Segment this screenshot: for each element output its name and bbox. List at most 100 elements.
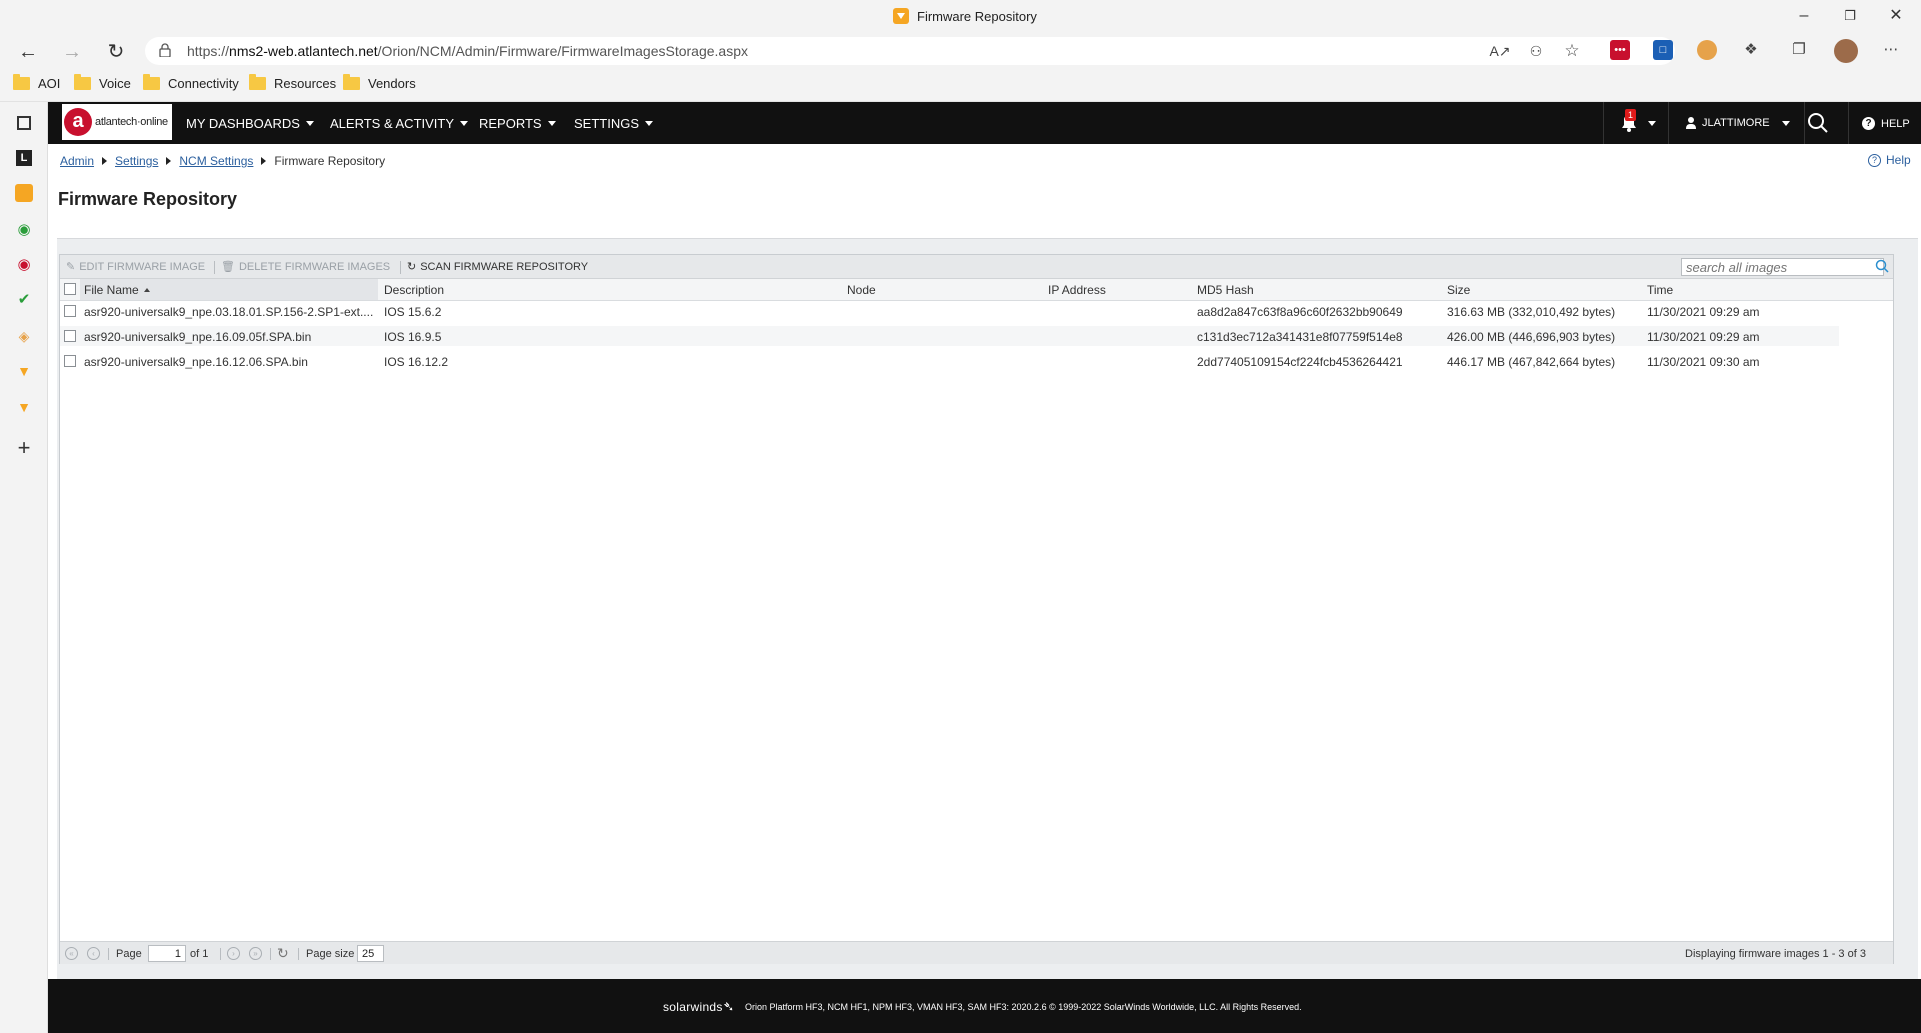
col-label: File Name — [84, 283, 139, 297]
menu-my-dashboards[interactable]: MY DASHBOARDS — [186, 116, 314, 131]
extension-bitwarden-icon[interactable]: □ — [1653, 40, 1673, 60]
first-page-icon[interactable]: « — [65, 947, 78, 960]
app-yellow-icon-2[interactable]: ▼ — [14, 397, 34, 417]
file-name-cell: asr920-universalk9_npe.16.09.05f.SPA.bin — [84, 330, 312, 344]
folder-icon — [343, 74, 360, 90]
close-window-button[interactable]: ✕ — [1881, 4, 1911, 28]
col-time[interactable]: Time — [1647, 283, 1673, 297]
app-check-icon[interactable]: ✔ — [14, 290, 34, 310]
user-menu[interactable]: JLATTIMORE — [1686, 117, 1790, 129]
page-help-link[interactable]: ? Help — [1868, 153, 1911, 167]
minimize-button[interactable]: – — [1789, 4, 1819, 28]
select-all-checkbox[interactable] — [64, 283, 76, 295]
collections-icon[interactable]: ❐ — [1789, 40, 1809, 60]
bookmark-voice[interactable]: Voice — [74, 74, 131, 91]
reload-button[interactable]: ↻ — [102, 39, 130, 65]
forward-button[interactable]: → — [58, 39, 86, 65]
toolbar-divider — [214, 261, 215, 274]
scan-firmware-repository-button[interactable]: ↻ SCAN FIRMWARE REPOSITORY — [407, 260, 588, 274]
translate-icon[interactable]: ⚇ — [1525, 41, 1547, 61]
col-node[interactable]: Node — [847, 283, 876, 297]
pencil-icon: ✎ — [66, 261, 76, 273]
chevron-down-icon — [645, 121, 654, 126]
add-app-icon[interactable]: + — [14, 437, 34, 459]
app-l-icon[interactable]: L — [16, 150, 32, 166]
address-bar[interactable]: https://nms2-web.atlantech.net/Orion/NCM… — [145, 37, 1675, 65]
tab-actions-icon[interactable] — [17, 116, 31, 130]
search-input[interactable] — [1681, 258, 1884, 276]
col-description[interactable]: Description — [384, 283, 444, 297]
orion-app: a atlantech·online MY DASHBOARDS ALERTS … — [48, 102, 1921, 1033]
user-name: JLATTIMORE — [1702, 117, 1770, 129]
search-icon[interactable] — [1875, 259, 1889, 273]
topbar-divider — [1668, 102, 1669, 144]
breadcrumb-settings[interactable]: Settings — [115, 154, 158, 168]
back-button[interactable]: ← — [14, 39, 42, 65]
pager-divider — [220, 948, 221, 960]
atlantech-logo[interactable]: a atlantech·online — [62, 104, 172, 140]
refresh-icon[interactable]: ↻ — [277, 945, 289, 962]
favorite-star-icon[interactable]: ☆ — [1561, 41, 1583, 61]
extensions-puzzle-icon[interactable]: ❖ — [1741, 40, 1761, 60]
delete-firmware-images-button[interactable]: 🗑 DELETE FIRMWARE IMAGES — [221, 260, 390, 274]
menu-settings[interactable]: SETTINGS — [574, 116, 654, 131]
size-cell: 316.63 MB (332,010,492 bytes) — [1447, 305, 1616, 319]
menu-alerts-activity[interactable]: ALERTS & ACTIVITY — [330, 116, 469, 131]
page-number-input[interactable] — [148, 945, 186, 962]
bookmark-vendors[interactable]: Vendors — [343, 74, 416, 91]
pager-divider — [270, 948, 271, 960]
next-page-icon[interactable]: › — [227, 947, 240, 960]
page-help-label: Help — [1886, 153, 1911, 167]
read-aloud-icon[interactable]: A↗ — [1489, 41, 1511, 61]
row-checkbox[interactable] — [64, 330, 76, 342]
bookmark-aoi[interactable]: AOI — [13, 74, 61, 91]
chevron-down-icon — [1781, 120, 1790, 126]
row-checkbox[interactable] — [64, 305, 76, 317]
previous-page-icon[interactable]: ‹ — [87, 947, 100, 960]
breadcrumb-ncm-settings[interactable]: NCM Settings — [179, 154, 253, 168]
app-yellow-icon-1[interactable]: ▼ — [14, 361, 34, 381]
edit-firmware-image-button[interactable]: ✎ EDIT FIRMWARE IMAGE — [66, 260, 205, 274]
col-size[interactable]: Size — [1447, 283, 1470, 297]
app-circle-icon[interactable]: ◉ — [14, 220, 34, 240]
bookmark-connectivity[interactable]: Connectivity — [143, 74, 239, 91]
grid-header: File Name Description Node IP Address MD… — [60, 279, 1893, 301]
extension-lastpass-icon[interactable]: ••• — [1610, 40, 1630, 60]
bookmark-resources[interactable]: Resources — [249, 74, 336, 91]
table-row[interactable]: asr920-universalk9_npe.03.18.01.SP.156-2… — [60, 301, 1893, 321]
description-cell: IOS 15.6.2 — [384, 305, 442, 319]
browser-menu-icon[interactable]: ⋯ — [1881, 40, 1901, 60]
md5-hash-cell: c131d3ec712a341431e8f07759f514e8 — [1197, 330, 1403, 344]
app-orange-icon[interactable]: ◈ — [14, 326, 34, 346]
bookmark-label: AOI — [38, 76, 61, 91]
page-count-label: of 1 — [190, 948, 209, 960]
time-cell: 11/30/2021 09:29 am — [1647, 305, 1760, 319]
breadcrumb-admin[interactable]: Admin — [60, 154, 94, 168]
url-text: https://nms2-web.atlantech.net/Orion/NCM… — [187, 43, 748, 59]
chevron-down-icon — [460, 121, 469, 126]
size-cell: 446.17 MB (467,842,664 bytes) — [1447, 355, 1616, 369]
profile-avatar[interactable] — [1834, 39, 1858, 63]
app-atlantech-icon[interactable]: ◉ — [14, 255, 34, 275]
last-page-icon[interactable]: » — [249, 947, 262, 960]
menu-label: REPORTS — [479, 116, 542, 131]
display-count-text: Displaying firmware images 1 - 3 of 3 — [1685, 948, 1866, 960]
restore-button[interactable]: ❐ — [1835, 4, 1865, 28]
page-size-input[interactable] — [357, 945, 384, 962]
row-checkbox[interactable] — [64, 355, 76, 367]
help-menu[interactable]: ? HELP — [1862, 117, 1910, 130]
pager-divider — [298, 948, 299, 960]
col-md5-hash[interactable]: MD5 Hash — [1197, 283, 1254, 297]
extension-avatar-icon[interactable] — [1697, 40, 1717, 60]
search-icon[interactable] — [1807, 112, 1829, 134]
menu-reports[interactable]: REPORTS — [479, 116, 556, 131]
table-row[interactable]: asr920-universalk9_npe.16.09.05f.SPA.bin… — [60, 326, 1839, 346]
col-ip-address[interactable]: IP Address — [1048, 283, 1106, 297]
chevron-down-icon[interactable] — [1648, 121, 1656, 126]
table-row[interactable]: asr920-universalk9_npe.16.12.06.SPA.bin … — [60, 351, 1893, 371]
firmware-app-icon[interactable] — [15, 184, 33, 202]
app-footer: solarwinds➴ Orion Platform HF3, NCM HF1,… — [48, 979, 1921, 1033]
menu-label: MY DASHBOARDS — [186, 116, 300, 131]
file-name-cell: asr920-universalk9_npe.16.12.06.SPA.bin — [84, 355, 308, 369]
col-file-name[interactable]: File Name — [84, 283, 150, 297]
